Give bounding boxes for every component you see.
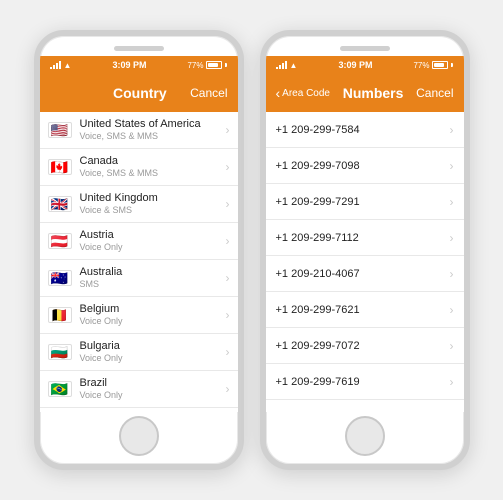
phones-container: ▲ 3:09 PM 77% Country Cancel (24, 20, 480, 480)
chevron-icon: › (226, 160, 230, 174)
navbar-title-2: Numbers (343, 85, 404, 101)
time-1: 3:09 PM (112, 60, 146, 70)
number-item[interactable]: +1 209-299-7402 › (266, 400, 464, 412)
status-left-1: ▲ (50, 61, 72, 70)
chevron-icon: › (450, 231, 454, 245)
list-item[interactable]: 🇨🇭 Switzerland Voice Only › (40, 408, 238, 412)
chevron-icon: › (450, 195, 454, 209)
chevron-icon: › (226, 345, 230, 359)
country-text-us: United States of America Voice, SMS & MM… (80, 118, 222, 142)
wifi-icon-2: ▲ (290, 61, 298, 70)
phone1-inner: ▲ 3:09 PM 77% Country Cancel (40, 56, 238, 412)
status-left-2: ▲ (276, 61, 298, 70)
phone2-inner: ▲ 3:09 PM 77% ‹ Area Code Numbers (266, 56, 464, 412)
number-item[interactable]: +1 209-210-4067 › (266, 256, 464, 292)
chevron-icon: › (450, 159, 454, 173)
chevron-icon: › (226, 382, 230, 396)
flag-at: 🇦🇹 (48, 233, 72, 249)
chevron-icon: › (226, 123, 230, 137)
chevron-icon: › (450, 267, 454, 281)
chevron-icon: › (226, 308, 230, 322)
number-item[interactable]: +1 209-299-7072 › (266, 328, 464, 364)
country-text-ca: Canada Voice, SMS & MMS (80, 155, 222, 179)
chevron-icon: › (450, 303, 454, 317)
time-2: 3:09 PM (338, 60, 372, 70)
country-text-br: Brazil Voice Only (80, 377, 222, 401)
status-bar-1: ▲ 3:09 PM 77% (40, 56, 238, 74)
number-item[interactable]: +1 209-299-7291 › (266, 184, 464, 220)
list-item[interactable]: 🇦🇹 Austria Voice Only › (40, 223, 238, 260)
list-item[interactable]: 🇧🇪 Belgium Voice Only › (40, 297, 238, 334)
signal-icon-1 (50, 61, 61, 69)
country-text-be: Belgium Voice Only (80, 303, 222, 327)
list-item[interactable]: 🇦🇺 Australia SMS › (40, 260, 238, 297)
navbar-title-1: Country (113, 85, 167, 101)
chevron-icon: › (226, 197, 230, 211)
number-item[interactable]: +1 209-299-7621 › (266, 292, 464, 328)
number-item[interactable]: +1 209-299-7584 › (266, 112, 464, 148)
flag-be: 🇧🇪 (48, 307, 72, 323)
battery-pct-1: 77% (187, 61, 203, 70)
list-item[interactable]: 🇺🇸 United States of America Voice, SMS &… (40, 112, 238, 149)
status-right-2: 77% (413, 61, 453, 70)
flag-ca: 🇨🇦 (48, 159, 72, 175)
list-item[interactable]: 🇧🇷 Brazil Voice Only › (40, 371, 238, 408)
status-right-1: 77% (187, 61, 227, 70)
battery-icon-1 (206, 61, 222, 69)
country-list: 🇺🇸 United States of America Voice, SMS &… (40, 112, 238, 412)
wifi-icon-1: ▲ (64, 61, 72, 70)
navbar-1: Country Cancel (40, 74, 238, 112)
number-item[interactable]: +1 209-299-7619 › (266, 364, 464, 400)
battery-icon-2 (432, 61, 448, 69)
battery-tip-2 (451, 63, 453, 67)
cancel-button-2[interactable]: Cancel (416, 86, 453, 100)
status-bar-2: ▲ 3:09 PM 77% (266, 56, 464, 74)
cancel-button-1[interactable]: Cancel (190, 86, 227, 100)
country-text-at: Austria Voice Only (80, 229, 222, 253)
signal-icon-2 (276, 61, 287, 69)
battery-pct-2: 77% (413, 61, 429, 70)
chevron-icon: › (450, 375, 454, 389)
flag-gb: 🇬🇧 (48, 196, 72, 212)
back-chevron-icon: ‹ (276, 85, 281, 101)
numbers-list: +1 209-299-7584 › +1 209-299-7098 › +1 2… (266, 112, 464, 412)
navbar-2: ‹ Area Code Numbers Cancel (266, 74, 464, 112)
number-item[interactable]: +1 209-299-7098 › (266, 148, 464, 184)
list-item[interactable]: 🇨🇦 Canada Voice, SMS & MMS › (40, 149, 238, 186)
flag-bg: 🇧🇬 (48, 344, 72, 360)
back-button[interactable]: ‹ Area Code (276, 85, 330, 101)
back-label: Area Code (282, 88, 330, 99)
flag-us: 🇺🇸 (48, 122, 72, 138)
number-item[interactable]: +1 209-299-7112 › (266, 220, 464, 256)
phone-numbers: ▲ 3:09 PM 77% ‹ Area Code Numbers (260, 30, 470, 470)
country-text-gb: United Kingdom Voice & SMS (80, 192, 222, 216)
flag-au: 🇦🇺 (48, 270, 72, 286)
list-item[interactable]: 🇧🇬 Bulgaria Voice Only › (40, 334, 238, 371)
chevron-icon: › (450, 339, 454, 353)
battery-tip-1 (225, 63, 227, 67)
phone-country: ▲ 3:09 PM 77% Country Cancel (34, 30, 244, 470)
country-text-bg: Bulgaria Voice Only (80, 340, 222, 364)
chevron-icon: › (226, 271, 230, 285)
chevron-icon: › (226, 234, 230, 248)
chevron-icon: › (450, 411, 454, 413)
list-item[interactable]: 🇬🇧 United Kingdom Voice & SMS › (40, 186, 238, 223)
country-text-au: Australia SMS (80, 266, 222, 290)
flag-br: 🇧🇷 (48, 381, 72, 397)
chevron-icon: › (450, 123, 454, 137)
